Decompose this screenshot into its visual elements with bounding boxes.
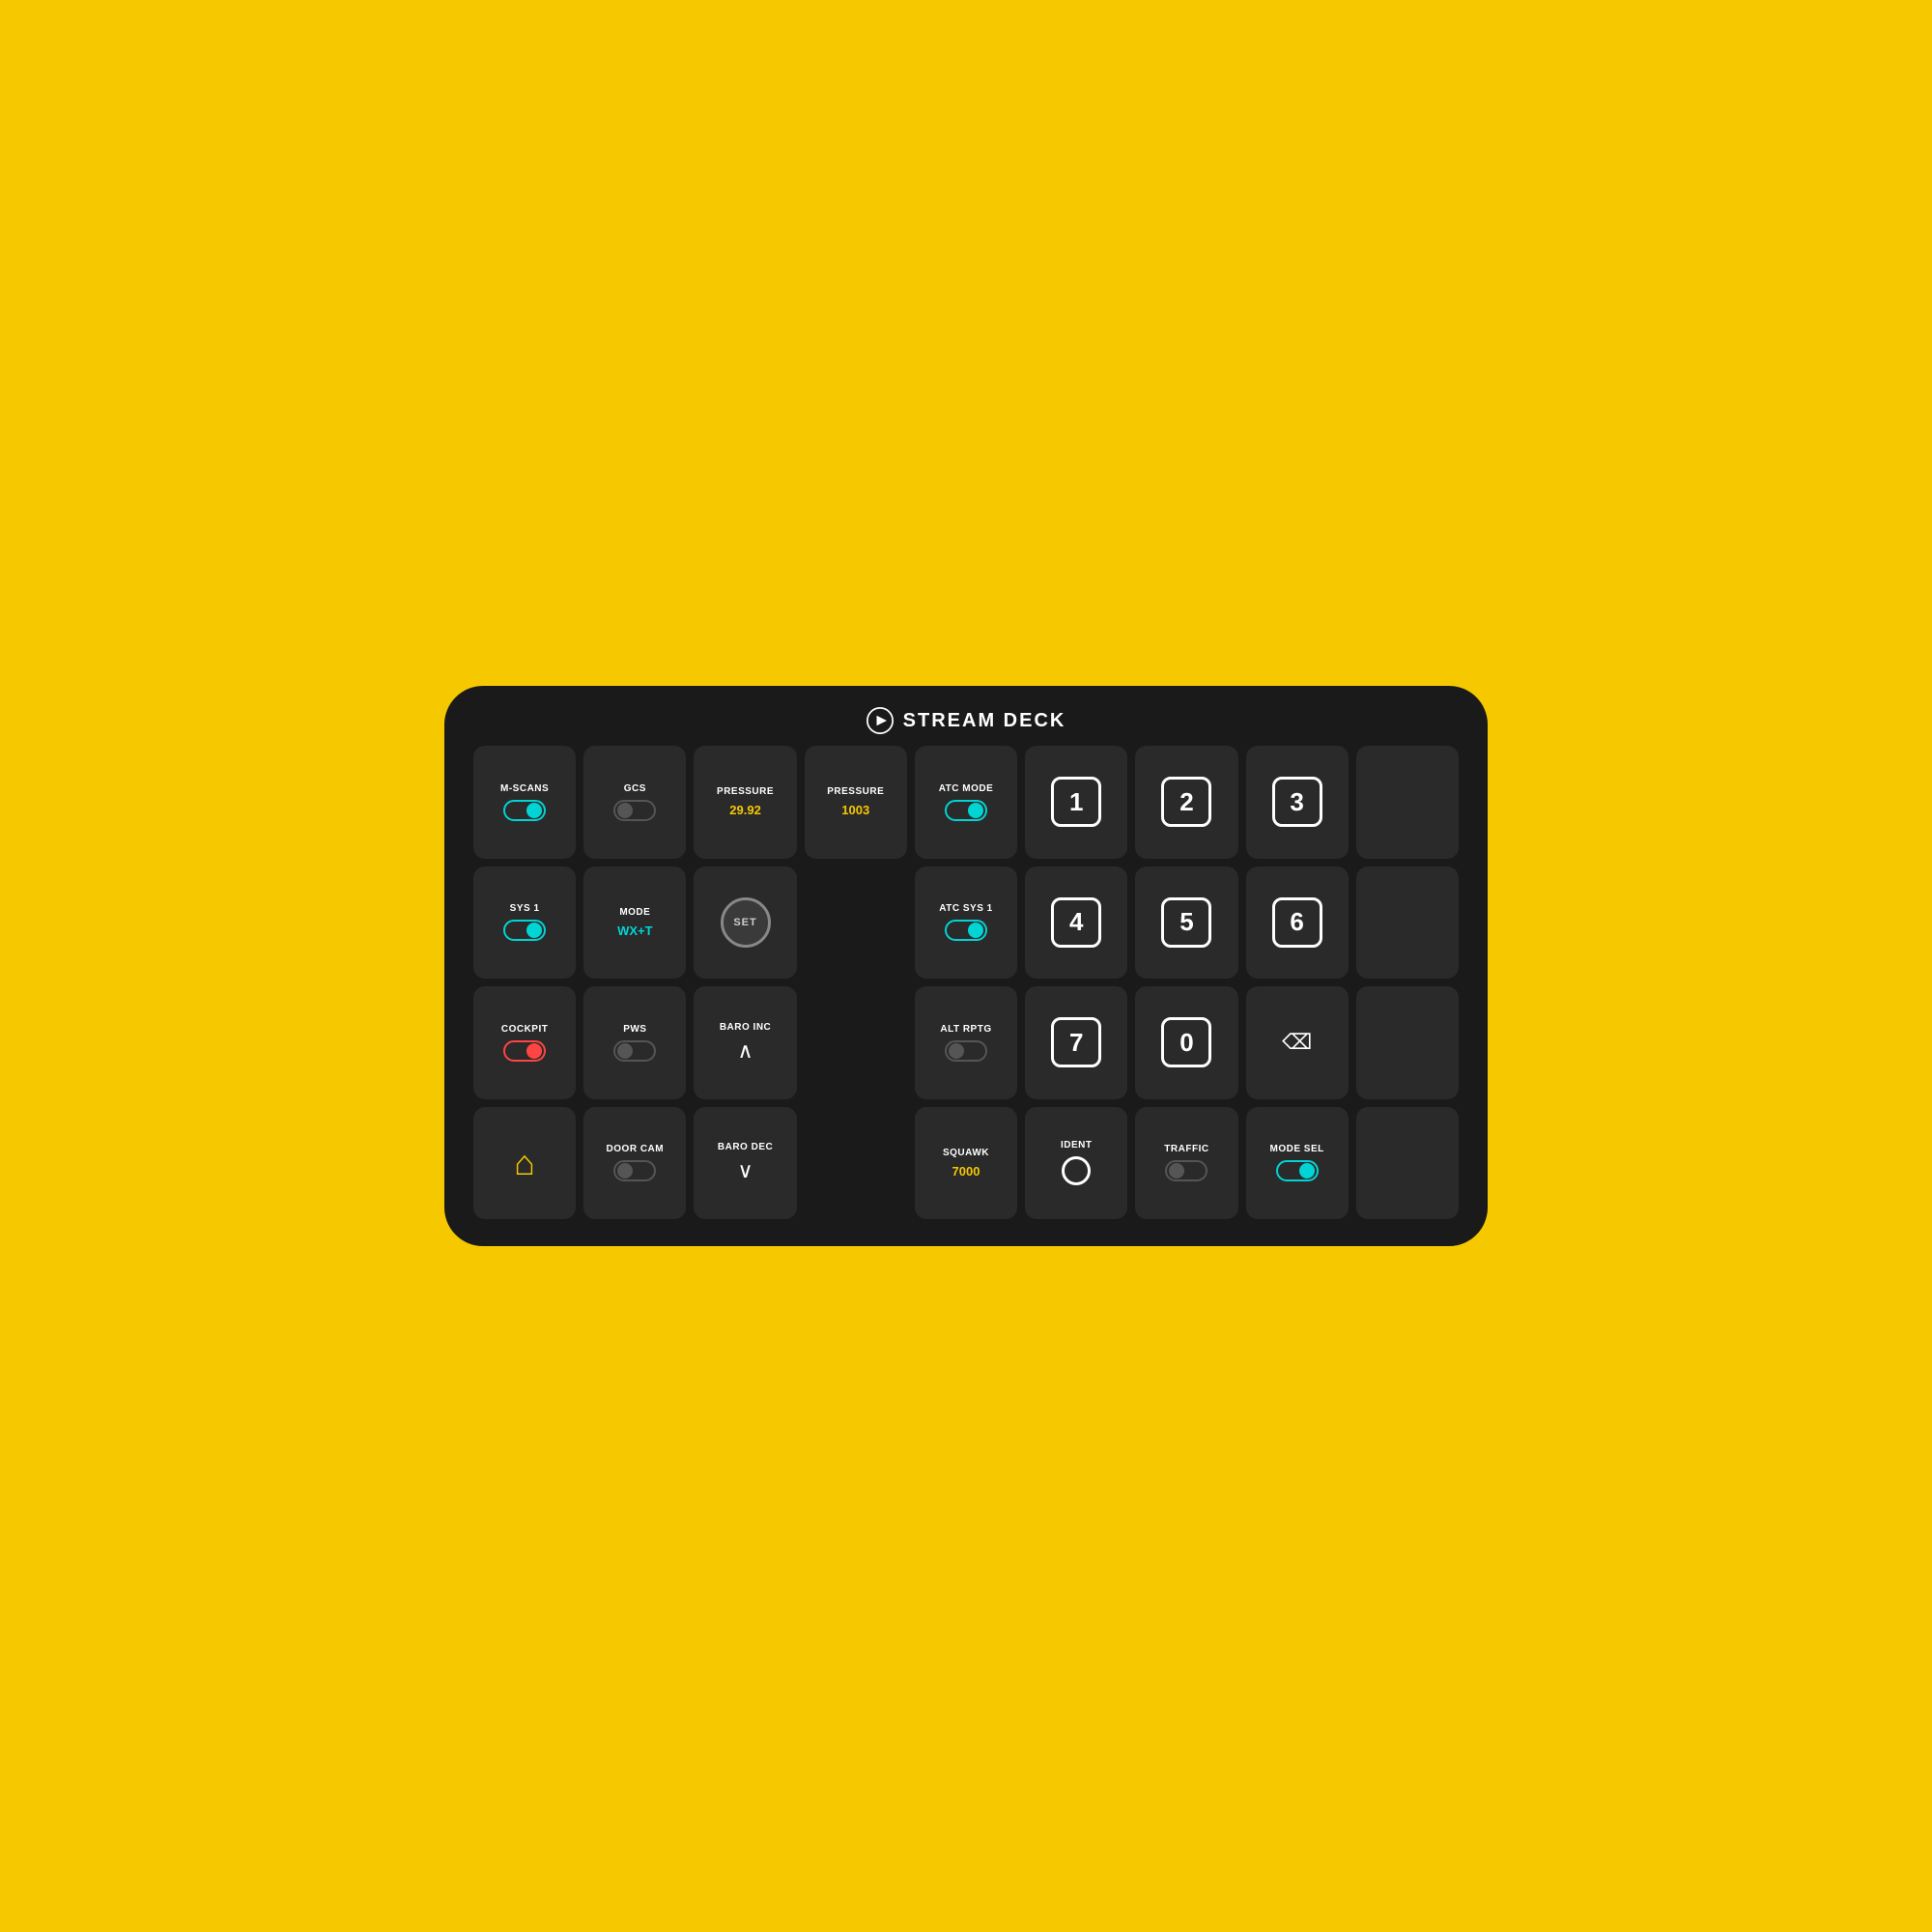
atc-sys1-button[interactable]: ATC SYS 1 [915, 867, 1017, 980]
traffic-label: TRAFFIC [1164, 1144, 1208, 1155]
door-cam-button[interactable]: DOOR CAM [583, 1107, 686, 1220]
empty-r4c4 [805, 1107, 907, 1220]
num-3-key: 3 [1272, 777, 1322, 827]
pws-toggle[interactable] [613, 1040, 656, 1062]
num-6-key: 6 [1272, 897, 1322, 948]
empty-r2c9 [1356, 867, 1459, 980]
pressure1-label: PRESSURE [717, 786, 774, 798]
num-2-button[interactable]: 2 [1135, 746, 1237, 859]
empty-r3c4 [805, 986, 907, 1099]
elgato-logo-icon [867, 707, 894, 734]
brand-name: STREAM DECK [903, 710, 1066, 732]
backspace-icon: ⌫ [1282, 1030, 1312, 1055]
squawk-label: SQUAWK [943, 1148, 989, 1159]
home-button[interactable]: ⌂ [473, 1107, 576, 1220]
stream-deck-device: STREAM DECK M-SCANS GCS PRESSURE 29.92 P… [444, 686, 1488, 1246]
pws-label: PWS [623, 1024, 646, 1036]
atc-mode-label: ATC MODE [939, 783, 994, 795]
deck-header: STREAM DECK [867, 707, 1066, 734]
empty-r1c9 [1356, 746, 1459, 859]
num-7-key: 7 [1051, 1017, 1101, 1067]
pressure2-label: PRESSURE [827, 786, 884, 798]
pressure1-value: 29.92 [729, 803, 761, 817]
num-4-key: 4 [1051, 897, 1101, 948]
cockpit-label: COCKPIT [501, 1024, 549, 1036]
num-3-button[interactable]: 3 [1246, 746, 1349, 859]
m-scans-toggle[interactable] [503, 800, 546, 821]
door-cam-label: DOOR CAM [607, 1144, 665, 1155]
empty-r4c9 [1356, 1107, 1459, 1220]
sys1-toggle[interactable] [503, 920, 546, 941]
mode-button[interactable]: MODE WX+T [583, 867, 686, 980]
door-cam-toggle[interactable] [613, 1160, 656, 1181]
alt-rptg-button[interactable]: ALT RPTG [915, 986, 1017, 1099]
pressure2-button[interactable]: PRESSURE 1003 [805, 746, 907, 859]
home-icon: ⌂ [514, 1143, 535, 1183]
traffic-toggle[interactable] [1165, 1160, 1208, 1181]
gcs-label: GCS [624, 783, 646, 795]
baro-inc-label: BARO INC [720, 1022, 771, 1034]
atc-mode-button[interactable]: ATC MODE [915, 746, 1017, 859]
baro-dec-button[interactable]: BARO DEC ∨ [694, 1107, 796, 1220]
atc-sys1-toggle[interactable] [945, 920, 987, 941]
mode-sel-toggle[interactable] [1276, 1160, 1319, 1181]
ident-circle-icon [1062, 1156, 1091, 1185]
pws-button[interactable]: PWS [583, 986, 686, 1099]
mode-sel-button[interactable]: MODE SEL [1246, 1107, 1349, 1220]
ident-button[interactable]: IDENT [1025, 1107, 1127, 1220]
atc-sys1-label: ATC SYS 1 [939, 903, 992, 915]
pressure2-value: 1003 [841, 803, 869, 817]
button-grid: M-SCANS GCS PRESSURE 29.92 PRESSURE 1003… [473, 746, 1459, 1219]
squawk-value: 7000 [952, 1164, 980, 1179]
mode-value: WX+T [617, 923, 652, 938]
num-0-key: 0 [1161, 1017, 1211, 1067]
num-7-button[interactable]: 7 [1025, 986, 1127, 1099]
baro-inc-button[interactable]: BARO INC ∧ [694, 986, 796, 1099]
num-1-key: 1 [1051, 777, 1101, 827]
set-knob-button[interactable]: SET [694, 867, 796, 980]
set-knob-control[interactable]: SET [721, 897, 771, 948]
squawk-button[interactable]: SQUAWK 7000 [915, 1107, 1017, 1220]
empty-r3c9 [1356, 986, 1459, 1099]
cockpit-button[interactable]: COCKPIT [473, 986, 576, 1099]
arrow-down-icon: ∨ [737, 1158, 753, 1183]
alt-rptg-label: ALT RPTG [940, 1024, 991, 1036]
pressure1-button[interactable]: PRESSURE 29.92 [694, 746, 796, 859]
num-4-button[interactable]: 4 [1025, 867, 1127, 980]
m-scans-button[interactable]: M-SCANS [473, 746, 576, 859]
mode-sel-label: MODE SEL [1270, 1144, 1324, 1155]
num-5-button[interactable]: 5 [1135, 867, 1237, 980]
num-5-key: 5 [1161, 897, 1211, 948]
alt-rptg-toggle[interactable] [945, 1040, 987, 1062]
arrow-up-icon: ∧ [737, 1038, 753, 1064]
cockpit-toggle[interactable] [503, 1040, 546, 1062]
baro-dec-label: BARO DEC [718, 1142, 773, 1153]
atc-mode-toggle[interactable] [945, 800, 987, 821]
mode-label: MODE [619, 907, 650, 919]
sys1-button[interactable]: SYS 1 [473, 867, 576, 980]
num-1-button[interactable]: 1 [1025, 746, 1127, 859]
m-scans-label: M-SCANS [500, 783, 549, 795]
empty-r2c4 [805, 867, 907, 980]
gcs-button[interactable]: GCS [583, 746, 686, 859]
num-6-button[interactable]: 6 [1246, 867, 1349, 980]
num-2-key: 2 [1161, 777, 1211, 827]
num-0-button[interactable]: 0 [1135, 986, 1237, 1099]
sys1-label: SYS 1 [510, 903, 540, 915]
gcs-toggle[interactable] [613, 800, 656, 821]
ident-label: IDENT [1061, 1140, 1093, 1151]
traffic-button[interactable]: TRAFFIC [1135, 1107, 1237, 1220]
backspace-button[interactable]: ⌫ [1246, 986, 1349, 1099]
